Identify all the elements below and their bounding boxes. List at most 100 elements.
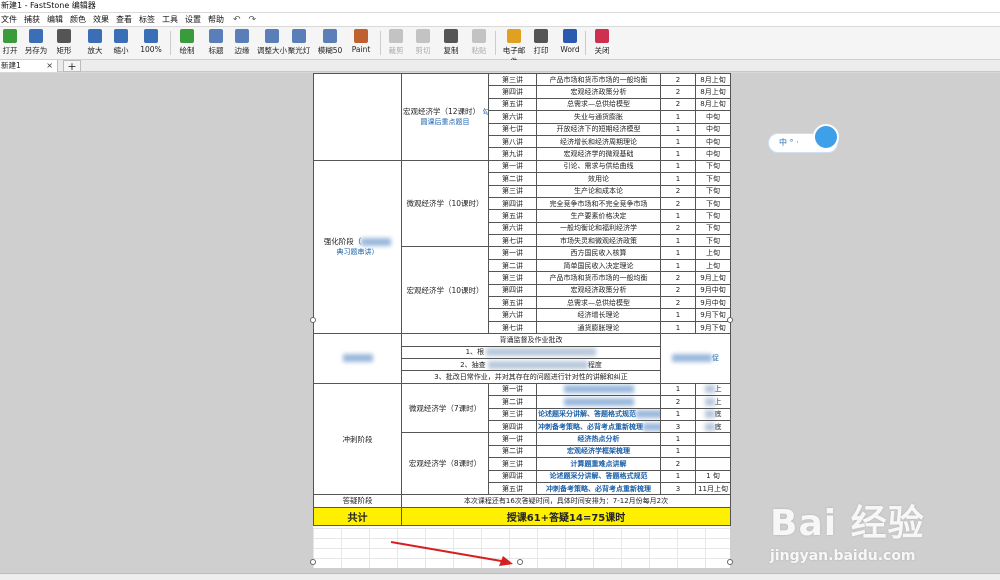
lecture-hours: 3 (660, 481, 696, 496)
toolbar-button-15[interactable]: 剪切 (412, 29, 434, 59)
table-row: 共计 授课61+答疑14=75课时 (313, 506, 731, 526)
lecture-hours: 2 (660, 196, 696, 211)
tab-document[interactable]: 新建1 × (0, 60, 58, 72)
toolbar-button-13[interactable]: Paint (350, 29, 372, 59)
mascot-icon[interactable] (813, 124, 839, 150)
cut-icon (416, 29, 430, 43)
toolbar-label: 聚光灯 (287, 46, 311, 55)
open-icon (3, 29, 17, 43)
toolbar-label: Word (560, 45, 580, 54)
lecture-number: 第三讲 (488, 73, 537, 87)
tab-close-icon[interactable]: × (46, 60, 53, 72)
paint-icon (354, 29, 368, 43)
toolbar-button-12[interactable]: 模糊50 (315, 29, 345, 59)
menu-file[interactable]: 文件 (1, 14, 17, 25)
resize-handle-right[interactable] (727, 317, 733, 323)
course-schedule-table: 宏观经济学（12课时） 勾圆课后重点题目第三讲产品市场和货币市场的一般均衡28月… (313, 73, 731, 526)
edge-icon (235, 29, 249, 43)
toolbar-label: 矩形 (56, 46, 72, 55)
toolbar-label: 100% (140, 45, 162, 54)
menu-edit[interactable]: 编辑 (47, 14, 63, 25)
toolbar-button-10[interactable]: 调整大小 (257, 29, 287, 59)
toolbar-button-3[interactable]: 矩形 (52, 29, 76, 59)
lecture-hours: 1 (660, 134, 696, 149)
lecture-topic: 经济增长理论 (536, 308, 661, 322)
lecture-topic: 产品市场和货币市场的一般均衡 (536, 73, 661, 87)
lecture-topic: 宏观经济政策分析 (536, 283, 661, 298)
lecture-time: 9月下旬 (695, 320, 731, 335)
toolbar-button-5[interactable]: 缩小 (109, 29, 133, 59)
lecture-number: 第五讲 (488, 97, 537, 112)
menu-capture[interactable]: 捕获 (24, 14, 40, 25)
menu-settings[interactable]: 设置 (185, 14, 201, 25)
toolbar-button-17[interactable]: 粘贴 (468, 29, 490, 59)
resize-handle-left[interactable] (310, 317, 316, 323)
stage-label: 强化阶段（ (323, 237, 362, 247)
resize-handle-bottom-left[interactable] (310, 559, 316, 565)
menu-help[interactable]: 帮助 (208, 14, 224, 25)
menu-effects[interactable]: 效果 (93, 14, 109, 25)
toolbar-button-2[interactable]: 另存为 (22, 29, 50, 59)
resize-handle-bottom-right[interactable] (727, 559, 733, 565)
toolbar-button-19[interactable]: 打印 (530, 29, 552, 59)
zoom-out-icon (114, 29, 128, 43)
course-note: 圆课后重点题目 (420, 118, 470, 127)
lecture-hours: 1 (660, 234, 696, 248)
toolbar-label: 另存为 (24, 46, 48, 55)
lecture-topic: 冲刺备考策略、必背考点重新梳理 (536, 419, 661, 434)
toolbar-label: 粘贴 (471, 46, 487, 55)
lecture-time: 上 (695, 395, 731, 409)
menu-tools[interactable]: 工具 (162, 14, 178, 25)
toolbar-button-9[interactable]: 边缘 (231, 29, 253, 59)
toolbar-button-6[interactable]: 100% (136, 29, 166, 59)
qa-text: 本次课程还有16次答疑时间，具体时间安排为：7-12月份每月2次 (401, 494, 731, 508)
lecture-number: 第二讲 (488, 395, 537, 409)
undo-icon[interactable]: ↶ (233, 15, 241, 25)
lecture-number: 第三讲 (488, 457, 537, 471)
menu-view[interactable]: 查看 (116, 14, 132, 25)
lecture-number: 第五讲 (488, 481, 537, 496)
toolbar-button-16[interactable]: 复制 (440, 29, 462, 59)
toolbar-button-20[interactable]: Word (555, 29, 585, 59)
lecture-number: 第六讲 (488, 308, 537, 322)
lecture-time: 下旬 (695, 159, 731, 174)
menu-tags[interactable]: 标签 (139, 14, 155, 25)
toolbar-button-18[interactable]: 电子邮件 (500, 29, 528, 66)
lecture-number: 第四讲 (488, 419, 537, 434)
toolbar-button-11[interactable]: 聚光灯 (287, 29, 311, 59)
lecture-number: 第四讲 (488, 469, 537, 483)
lecture-hours: 2 (660, 457, 696, 471)
toolbar-button-4[interactable]: 放大 (83, 29, 107, 59)
menu-color[interactable]: 颜色 (70, 14, 86, 25)
lecture-hours: 1 (660, 320, 696, 335)
redo-icon[interactable]: ↷ (249, 15, 257, 25)
rect-select-icon (57, 29, 71, 43)
toolbar-button-21[interactable]: 关闭 (590, 29, 614, 59)
total-text: 授课61+答疑14=75课时 (401, 506, 731, 526)
lecture-topic: 论述题采分讲解、答题格式规范 (536, 407, 661, 421)
side-mark: 勾 (482, 108, 487, 116)
caption-icon (209, 29, 223, 43)
toolbar-label: 裁剪 (388, 46, 404, 55)
floating-widget-text: 中 ° · (779, 138, 799, 147)
toolbar-button-1[interactable]: 打开 (0, 29, 20, 59)
floating-input-widget[interactable]: 中 ° · (768, 124, 839, 153)
lecture-topic: 计算题重难点讲解 (536, 457, 661, 471)
lecture-time: 上旬 (695, 246, 731, 260)
toolbar-button-14[interactable]: 裁剪 (385, 29, 407, 59)
lecture-hours: 2 (660, 184, 696, 198)
lecture-topic: 总需求—总供给模型 (536, 97, 661, 112)
lecture-time: 9月中旬 (695, 296, 731, 310)
toolbar-button-8[interactable]: 标题 (205, 29, 227, 59)
lecture-hours: 2 (660, 271, 696, 285)
watermark-logo: Bai 经验 (770, 503, 925, 544)
new-tab-button[interactable]: + (63, 60, 81, 72)
toolbar-button-7[interactable]: 绘制 (175, 29, 199, 59)
lecture-time: 下旬 (695, 221, 731, 236)
redacted-text (563, 397, 634, 406)
lecture-number: 第四讲 (488, 85, 537, 99)
lecture-time: 9月中旬 (695, 283, 731, 298)
supervise-text: 2、抽查 (460, 360, 486, 369)
draw-icon (180, 29, 194, 43)
toolbar-separator (495, 31, 496, 55)
